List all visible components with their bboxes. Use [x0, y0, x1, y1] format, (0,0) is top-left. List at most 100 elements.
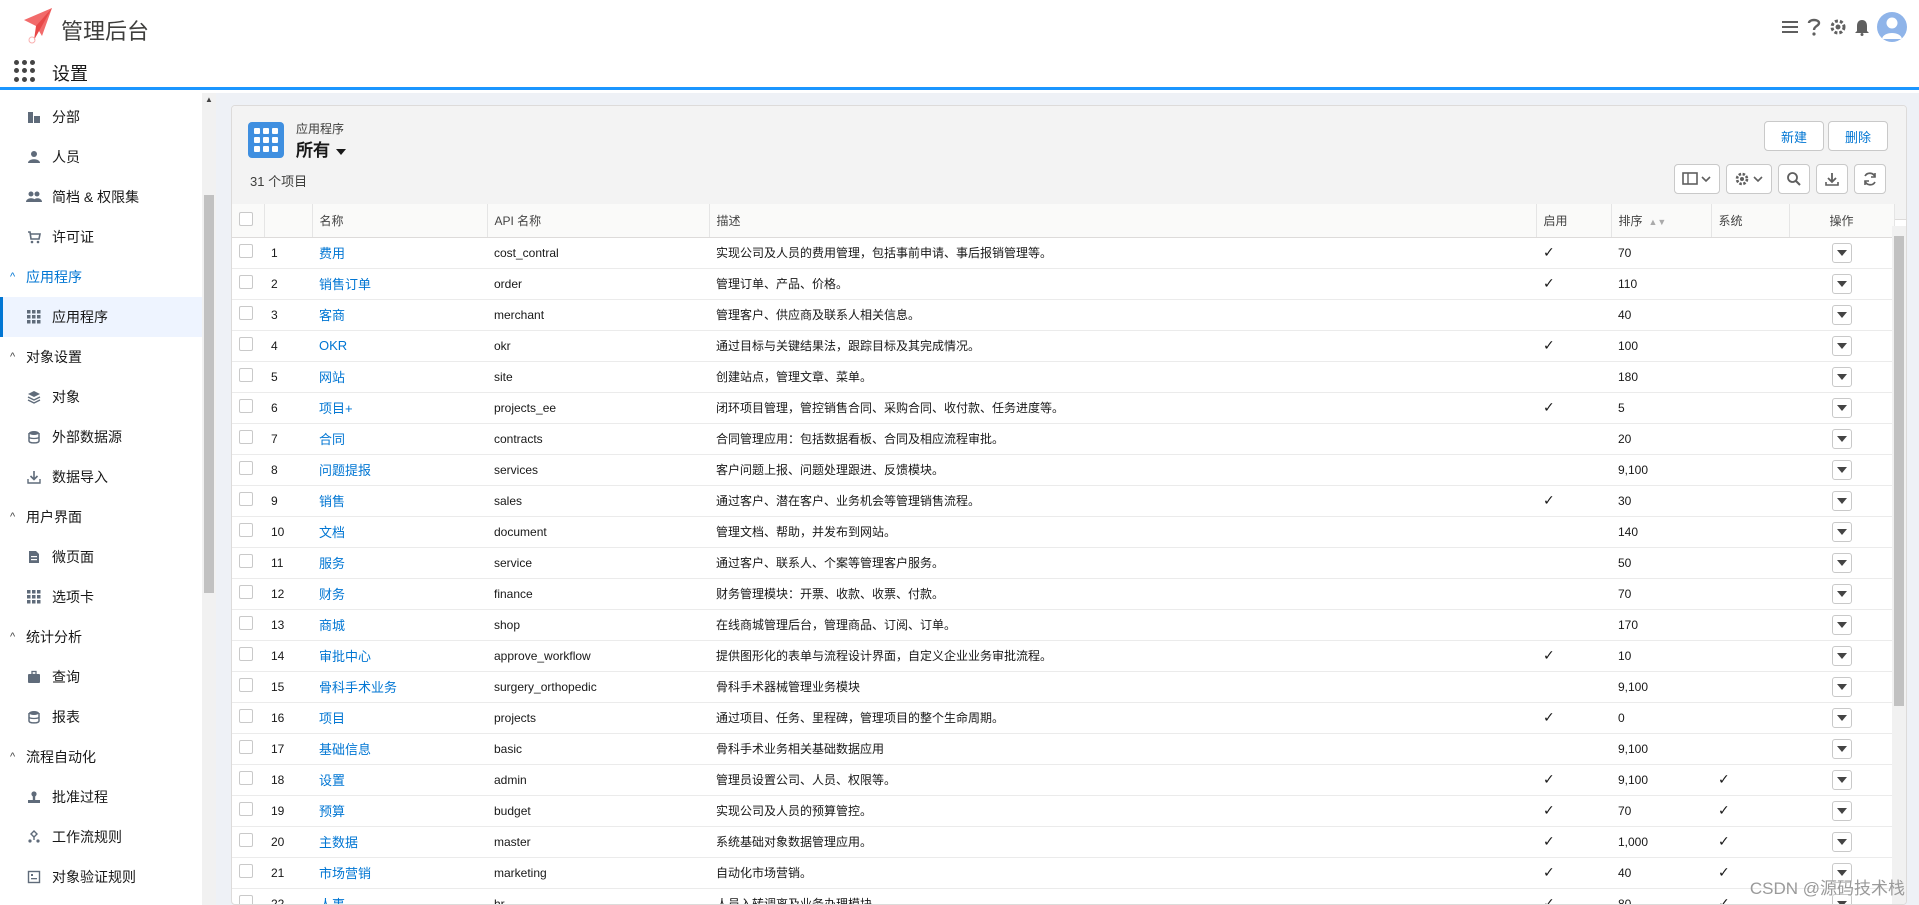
- row-checkbox[interactable]: [239, 864, 253, 878]
- sidebar-group-10[interactable]: ^ 用户界面: [0, 497, 202, 537]
- row-checkbox[interactable]: [239, 492, 253, 506]
- row-action-menu-button[interactable]: [1831, 521, 1852, 542]
- column-header-api-name[interactable]: API 名称: [487, 204, 710, 238]
- row-checkbox[interactable]: [239, 399, 253, 413]
- app-name-link[interactable]: 文档: [312, 516, 487, 548]
- row-select-cell[interactable]: [232, 237, 264, 269]
- paper-plane-logo-icon[interactable]: [22, 6, 54, 44]
- row-select-cell[interactable]: [232, 795, 264, 827]
- column-header-description[interactable]: 描述: [709, 204, 1537, 238]
- row-checkbox[interactable]: [239, 833, 253, 847]
- app-name-link[interactable]: 预算: [312, 795, 487, 827]
- row-select-cell[interactable]: [232, 578, 264, 610]
- app-name-link[interactable]: 设置: [312, 764, 487, 796]
- row-action-menu-button[interactable]: [1831, 583, 1852, 604]
- app-name-link[interactable]: 主数据: [312, 826, 487, 858]
- row-select-cell[interactable]: [232, 454, 264, 486]
- row-select-cell[interactable]: [232, 547, 264, 579]
- row-select-cell[interactable]: [232, 702, 264, 734]
- table-row[interactable]: 13 商城 shop 在线商城管理后台，管理商品、订阅、订单。 170: [232, 609, 1894, 641]
- sidebar-item-1[interactable]: 人员: [0, 137, 202, 177]
- sidebar-item-19[interactable]: 对象验证规则: [0, 857, 202, 897]
- app-name-link[interactable]: 客商: [312, 299, 487, 331]
- table-row[interactable]: 3 客商 merchant 管理客户、供应商及联系人相关信息。 40: [232, 299, 1894, 331]
- row-checkbox[interactable]: [239, 461, 253, 475]
- refresh-button[interactable]: [1854, 164, 1886, 194]
- list-settings-button[interactable]: [1726, 164, 1772, 194]
- row-checkbox[interactable]: [239, 337, 253, 351]
- sidebar-item-9[interactable]: 数据导入: [0, 457, 202, 497]
- column-header-system[interactable]: 系统: [1711, 204, 1790, 238]
- table-row[interactable]: 19 预算 budget 实现公司及人员的预算管控。 ✓ 70 ✓: [232, 795, 1894, 827]
- list-view-selector[interactable]: 所有: [296, 136, 346, 161]
- row-checkbox[interactable]: [239, 523, 253, 537]
- table-row[interactable]: 1 费用 cost_contral 实现公司及人员的费用管理，包括事前申请、事后报销管…: [232, 237, 1894, 269]
- app-name-link[interactable]: 费用: [312, 237, 487, 269]
- app-name-link[interactable]: 商城: [312, 609, 487, 641]
- table-row[interactable]: 15 骨科手术业务 surgery_orthopedic 骨科手术器械管理业务模块 9,…: [232, 671, 1894, 703]
- row-select-cell[interactable]: [232, 640, 264, 672]
- app-name-link[interactable]: 合同: [312, 423, 487, 455]
- sidebar-item-5[interactable]: 应用程序: [0, 297, 202, 337]
- sidebar-item-15[interactable]: 报表: [0, 697, 202, 737]
- row-action-menu-button[interactable]: [1831, 769, 1852, 790]
- row-action-menu-button[interactable]: [1831, 366, 1852, 387]
- row-checkbox[interactable]: [239, 275, 253, 289]
- row-action-menu-button[interactable]: [1831, 645, 1852, 666]
- table-row[interactable]: 17 基础信息 basic 骨科手术业务相关基础数据应用 9,100: [232, 733, 1894, 765]
- row-checkbox[interactable]: [239, 771, 253, 785]
- app-name-link[interactable]: 基础信息: [312, 733, 487, 765]
- table-row[interactable]: 7 合同 contracts 合同管理应用：包括数据看板、合同及相应流程审批。 20: [232, 423, 1894, 455]
- table-row[interactable]: 16 项目 projects 通过项目、任务、里程碑，管理项目的整个生命周期。 ✓ 0: [232, 702, 1894, 734]
- row-select-cell[interactable]: [232, 826, 264, 858]
- table-row[interactable]: 21 市场营销 marketing 自动化市场营销。 ✓ 40 ✓: [232, 857, 1894, 889]
- row-checkbox[interactable]: [239, 244, 253, 258]
- sidebar-item-7[interactable]: 对象: [0, 377, 202, 417]
- table-row[interactable]: 18 设置 admin 管理员设置公司、人员、权限等。 ✓ 9,100 ✓: [232, 764, 1894, 796]
- row-action-menu-button[interactable]: [1831, 707, 1852, 728]
- sidebar-item-11[interactable]: 微页面: [0, 537, 202, 577]
- sidebar-item-0[interactable]: 分部: [0, 97, 202, 137]
- sort-icon[interactable]: ▲▼: [1649, 217, 1667, 227]
- row-checkbox[interactable]: [239, 616, 253, 630]
- row-checkbox[interactable]: [239, 368, 253, 382]
- sidebar-group-4[interactable]: ^ 应用程序: [0, 257, 202, 297]
- column-header-sort[interactable]: 排序 ▲▼: [1611, 204, 1712, 238]
- row-checkbox[interactable]: [239, 585, 253, 599]
- app-name-link[interactable]: 审批中心: [312, 640, 487, 672]
- row-action-menu-button[interactable]: [1831, 304, 1852, 325]
- app-name-link[interactable]: 网站: [312, 361, 487, 393]
- sidebar-item-18[interactable]: 工作流规则: [0, 817, 202, 857]
- row-action-menu-button[interactable]: [1831, 738, 1852, 759]
- search-button[interactable]: [1778, 164, 1810, 194]
- row-select-cell[interactable]: [232, 392, 264, 424]
- select-all-checkbox[interactable]: [239, 211, 253, 226]
- row-select-cell[interactable]: [232, 361, 264, 393]
- row-select-cell[interactable]: [232, 857, 264, 889]
- table-row[interactable]: 4 OKR okr 通过目标与关键结果法，跟踪目标及其完成情况。 ✓ 100: [232, 330, 1894, 362]
- gear-icon[interactable]: [1829, 16, 1847, 38]
- sidebar-group-6[interactable]: ^ 对象设置: [0, 337, 202, 377]
- sidebar-item-3[interactable]: 许可证: [0, 217, 202, 257]
- table-row[interactable]: 10 文档 document 管理文档、帮助，并发布到网站。 140: [232, 516, 1894, 548]
- row-select-cell[interactable]: [232, 516, 264, 548]
- table-row[interactable]: 6 项目+ projects_ee 闭环项目管理，管控销售合同、采购合同、收付款、任务…: [232, 392, 1894, 424]
- row-checkbox[interactable]: [239, 430, 253, 444]
- row-action-menu-button[interactable]: [1831, 335, 1852, 356]
- app-launcher-icon[interactable]: [14, 60, 36, 82]
- user-avatar[interactable]: [1877, 12, 1907, 42]
- export-button[interactable]: [1816, 164, 1848, 194]
- row-select-cell[interactable]: [232, 671, 264, 703]
- sidebar-scrollbar[interactable]: ▲: [202, 93, 216, 905]
- table-row[interactable]: 5 网站 site 创建站点，管理文章、菜单。 180: [232, 361, 1894, 393]
- row-action-menu-button[interactable]: [1831, 831, 1852, 852]
- row-select-cell[interactable]: [232, 330, 264, 362]
- row-checkbox[interactable]: [239, 306, 253, 320]
- sidebar-group-16[interactable]: ^ 流程自动化: [0, 737, 202, 777]
- sidebar-scroll-thumb[interactable]: [204, 195, 214, 593]
- row-select-cell[interactable]: [232, 268, 264, 300]
- sidebar-item-14[interactable]: 查询: [0, 657, 202, 697]
- row-checkbox[interactable]: [239, 895, 253, 904]
- app-name-link[interactable]: 项目+: [312, 392, 487, 424]
- bell-icon[interactable]: [1853, 16, 1871, 38]
